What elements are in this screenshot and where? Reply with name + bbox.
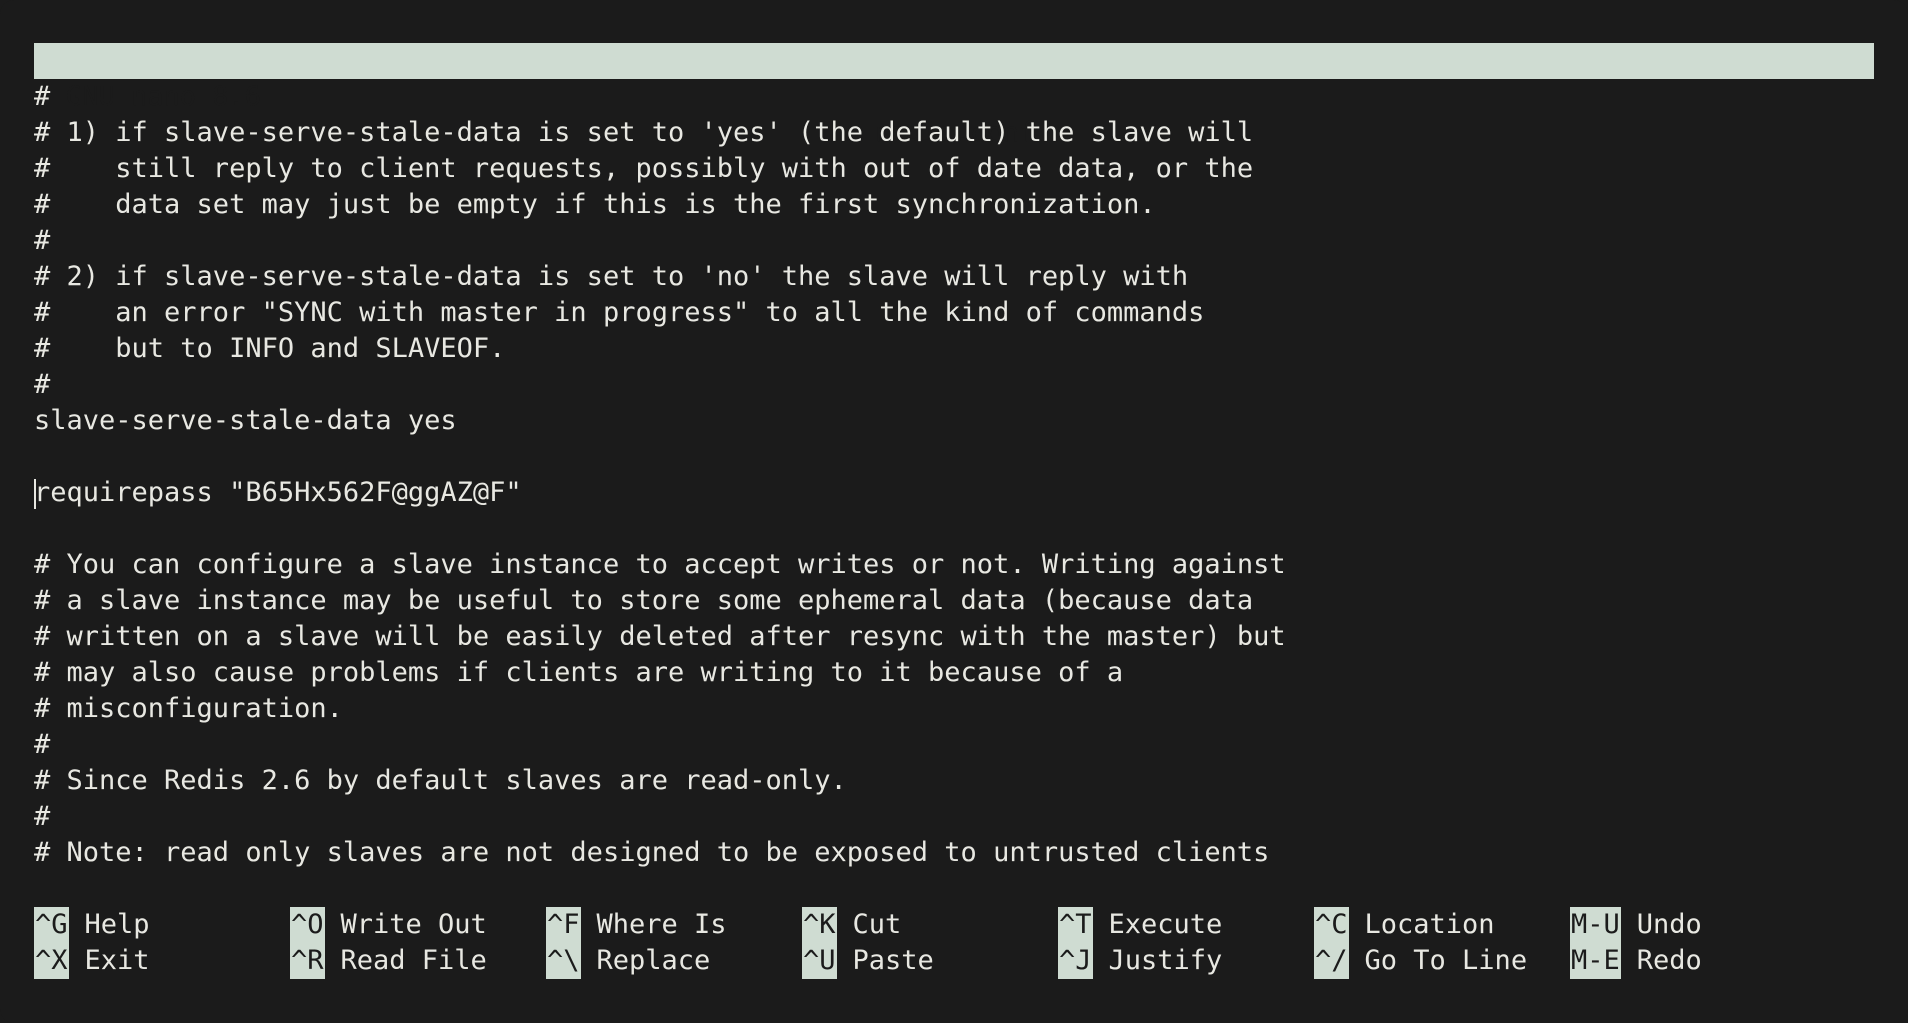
editor-line-current[interactable]: requirepass "B65Hx562F@ggAZ@F": [34, 475, 522, 511]
shortcut-label: Exit: [84, 945, 150, 976]
editor-line[interactable]: #: [34, 727, 50, 763]
editor-line[interactable]: # but to INFO and SLAVEOF.: [34, 331, 505, 367]
shortcut-key: ^\: [546, 943, 581, 979]
editor-line[interactable]: # You can configure a slave instance to …: [34, 547, 1286, 583]
editor-line[interactable]: #: [34, 367, 50, 403]
shortcut-label: Read File: [340, 945, 487, 976]
editor-line[interactable]: # 2) if slave-serve-stale-data is set to…: [34, 259, 1188, 295]
editor-line[interactable]: # still reply to client requests, possib…: [34, 151, 1253, 187]
shortcut-undo[interactable]: M-U Undo: [1570, 907, 1702, 943]
shortcut-cut[interactable]: ^K Cut: [802, 907, 901, 943]
shortcut-label: Justify: [1108, 945, 1223, 976]
editor-line[interactable]: #: [34, 799, 50, 835]
editor-line[interactable]: # written on a slave will be easily dele…: [34, 619, 1286, 655]
shortcut-replace[interactable]: ^\ Replace: [546, 943, 710, 979]
shortcut-go-to-line[interactable]: ^/ Go To Line: [1314, 943, 1527, 979]
editor-line[interactable]: # a slave instance may be useful to stor…: [34, 583, 1253, 619]
shortcut-label: Where Is: [596, 909, 727, 940]
shortcut-key: ^C: [1314, 907, 1349, 943]
shortcut-paste[interactable]: ^U Paste: [802, 943, 934, 979]
shortcut-label: Undo: [1636, 909, 1702, 940]
shortcut-where-is[interactable]: ^F Where Is: [546, 907, 727, 943]
nano-title-bar: GNU nano 8.6 redis.conf: [34, 43, 1874, 148]
shortcut-label: Paste: [852, 945, 934, 976]
editor-line[interactable]: # may also cause problems if clients are…: [34, 655, 1123, 691]
shortcut-label: Replace: [596, 945, 711, 976]
shortcut-write-out[interactable]: ^O Write Out: [290, 907, 487, 943]
editor-line[interactable]: # Since Redis 2.6 by default slaves are …: [34, 763, 847, 799]
shortcut-redo[interactable]: M-E Redo: [1570, 943, 1702, 979]
editor-line[interactable]: slave-serve-stale-data yes: [34, 403, 457, 439]
editor-line[interactable]: # 1) if slave-serve-stale-data is set to…: [34, 115, 1253, 151]
editor-line[interactable]: # Note: read only slaves are not designe…: [34, 835, 1269, 871]
shortcut-key: ^X: [34, 943, 69, 979]
editor-line[interactable]: # data set may just be empty if this is …: [34, 187, 1156, 223]
shortcut-label: Location: [1364, 909, 1495, 940]
shortcut-key: ^K: [802, 907, 837, 943]
shortcut-label: Help: [84, 909, 150, 940]
shortcut-label: Execute: [1108, 909, 1223, 940]
editor-line[interactable]: # misconfiguration.: [34, 691, 343, 727]
shortcut-key: M-E: [1570, 943, 1621, 979]
shortcut-execute[interactable]: ^T Execute: [1058, 907, 1222, 943]
shortcut-key: ^R: [290, 943, 325, 979]
editor-line[interactable]: # an error "SYNC with master in progress…: [34, 295, 1204, 331]
shortcut-label: Redo: [1636, 945, 1702, 976]
editor-line-text: requirepass "B65Hx562F@ggAZ@F": [34, 477, 522, 508]
shortcut-key: ^G: [34, 907, 69, 943]
shortcut-label: Go To Line: [1364, 945, 1528, 976]
shortcut-location[interactable]: ^C Location: [1314, 907, 1495, 943]
editor-line[interactable]: #: [34, 79, 50, 115]
shortcut-exit[interactable]: ^X Exit: [34, 943, 150, 979]
shortcut-justify[interactable]: ^J Justify: [1058, 943, 1222, 979]
shortcut-label: Write Out: [340, 909, 487, 940]
shortcut-help[interactable]: ^G Help: [34, 907, 150, 943]
shortcut-key: ^T: [1058, 907, 1093, 943]
shortcut-key: M-U: [1570, 907, 1621, 943]
shortcut-label: Cut: [852, 909, 902, 940]
shortcut-key: ^/: [1314, 943, 1349, 979]
shortcut-key: ^F: [546, 907, 581, 943]
app-version: GNU nano 8.6: [66, 81, 262, 112]
editor-line[interactable]: #: [34, 223, 50, 259]
shortcut-key: ^J: [1058, 943, 1093, 979]
shortcut-key: ^O: [290, 907, 325, 943]
terminal-window: GNU nano 8.6 redis.conf # # 1) if slave-…: [0, 0, 1908, 1023]
shortcut-read-file[interactable]: ^R Read File: [290, 943, 487, 979]
shortcut-key: ^U: [802, 943, 837, 979]
